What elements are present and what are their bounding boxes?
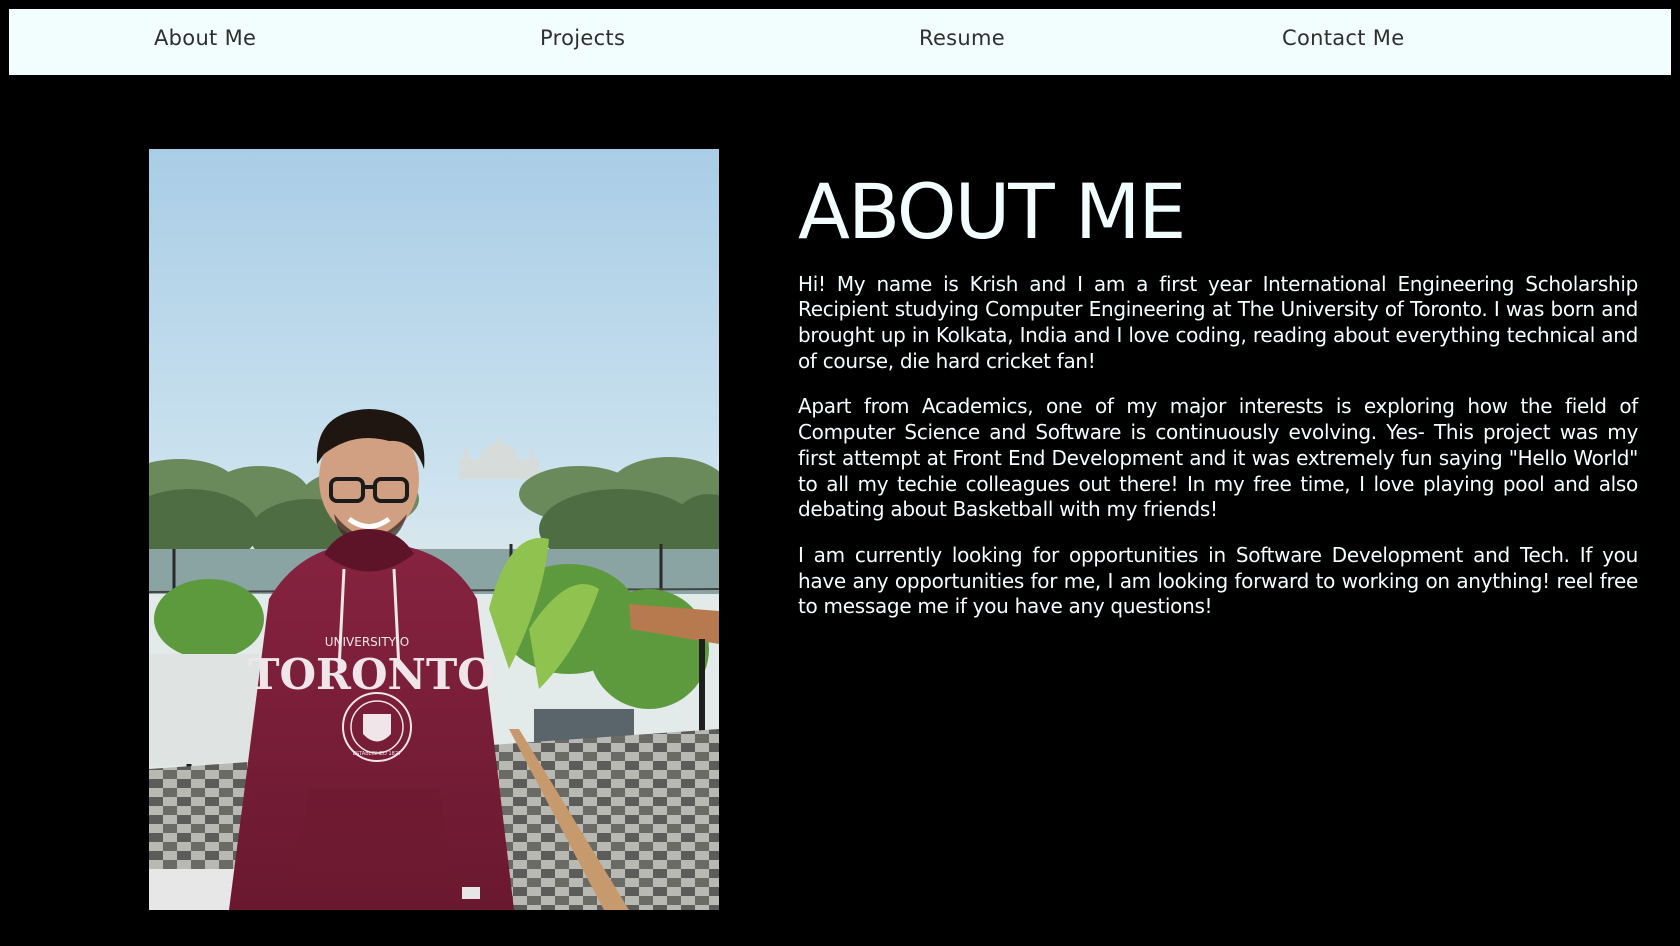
page-title: ABOUT ME [798, 167, 1186, 256]
about-paragraph-interests: Apart from Academics, one of my major in… [798, 394, 1638, 522]
nav-contact-me[interactable]: Contact Me [1282, 9, 1404, 75]
top-navbar: About Me Projects Resume Contact Me [9, 9, 1671, 75]
hoodie-text-main: TORONTO [248, 650, 494, 699]
page: About Me Projects Resume Contact Me UNIV… [0, 0, 1680, 946]
about-section: ABOUT ME Hi! My name is Krish and I am a… [798, 170, 1638, 640]
nav-resume[interactable]: Resume [919, 9, 1005, 75]
about-paragraph-intro: Hi! My name is Krish and I am a first ye… [798, 271, 1638, 373]
profile-photo: UNIVERSITY O TORONTO ESTABLISHED 1827 [149, 149, 719, 910]
hoodie-crest-text: ESTABLISHED 1827 [353, 751, 401, 757]
about-paragraph-opportunities: I am currently looking for opportunities… [798, 542, 1638, 619]
hoodie-text-top: UNIVERSITY O [325, 635, 410, 649]
nav-projects[interactable]: Projects [540, 9, 625, 75]
nav-about-me[interactable]: About Me [154, 9, 256, 75]
